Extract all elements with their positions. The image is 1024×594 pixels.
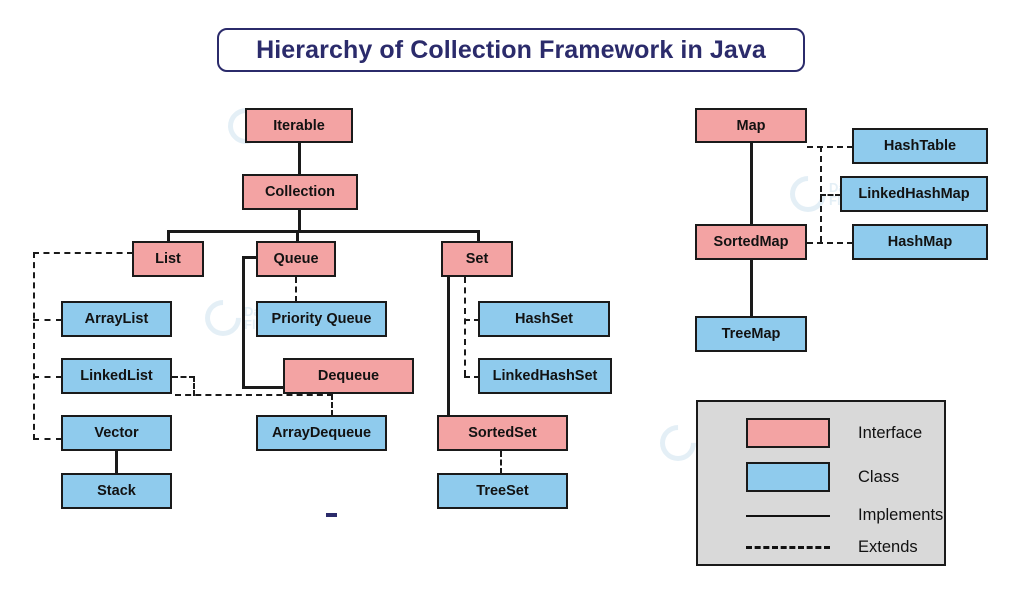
legend-item-class: Class [746,462,899,492]
node-label: HashMap [887,234,953,250]
node-label: Iterable [273,117,325,134]
node-linkedhashset[interactable]: LinkedHashSet [478,358,612,394]
edge-collection-bus [298,210,301,232]
legend-label: Extends [858,538,918,556]
node-label: LinkedHashSet [492,368,598,384]
page-title: Hierarchy of Collection Framework in Jav… [217,28,805,72]
node-label: SortedSet [468,425,537,441]
node-sortedmap[interactable]: SortedMap [695,224,807,260]
edge-list-vector [33,438,62,440]
edge-sortedmap-treemap [750,260,753,317]
node-sortedset[interactable]: SortedSet [437,415,568,451]
stray-mark [326,513,337,517]
node-label: Collection [264,184,336,200]
edge-linkedlist-arraydequeue-horizontal [175,394,333,396]
edge-list-bus-top [33,252,133,254]
node-collection[interactable]: Collection [242,174,358,210]
node-linkedhashmap[interactable]: LinkedHashMap [840,176,988,212]
dashed-line-icon [746,546,830,549]
edge-map-sortedmap [750,143,753,225]
legend-label: Implements [858,506,944,524]
node-label: Queue [273,251,319,267]
node-label: Vector [94,425,139,441]
edge-vector-stack [115,450,118,474]
node-list[interactable]: List [132,241,204,277]
node-linkedlist[interactable]: LinkedList [61,358,172,394]
node-label: SortedMap [713,234,789,250]
edge-list-linkedlist [33,376,62,378]
node-dequeue[interactable]: Dequeue [283,358,414,394]
edge-iterable-collection [298,142,301,175]
legend-label: Interface [858,423,923,442]
edge-linkedlist-stub [172,376,195,378]
node-label: LinkedList [80,368,153,384]
legend-item-implements: Implements [746,506,943,525]
page-title-text: Hierarchy of Collection Framework in Jav… [256,35,766,64]
watermark-icon [197,292,249,344]
node-vector[interactable]: Vector [61,415,172,451]
edge-map-hashtable [807,146,853,148]
node-stack[interactable]: Stack [61,473,172,509]
edge-list-arraylist [33,319,62,321]
legend-item-interface: Interface [746,418,922,448]
node-hashmap[interactable]: HashMap [852,224,988,260]
node-label: Set [465,251,489,267]
node-label: Dequeue [317,368,380,384]
node-priority-queue[interactable]: Priority Queue [256,301,387,337]
node-label: LinkedHashMap [858,186,970,202]
node-treeset[interactable]: TreeSet [437,473,568,509]
edge-sortedset-treeset [500,451,502,474]
node-hashtable[interactable]: HashTable [852,128,988,164]
node-label: List [155,251,181,267]
interface-swatch [746,418,830,448]
edge-linkedlist-elbow [193,376,195,396]
node-label: ArrayList [84,311,149,327]
node-treemap[interactable]: TreeMap [695,316,807,352]
node-label: Stack [97,483,136,499]
legend: Interface Class Implements Extends [696,400,946,566]
node-label: Map [736,117,766,134]
edge-map-hashmap [807,242,853,244]
solid-line-icon [746,514,830,517]
legend-label: Class [858,467,900,486]
node-label: TreeSet [476,483,529,499]
edge-set-dashed-bus [464,277,466,376]
legend-item-extends: Extends [746,538,918,557]
node-set[interactable]: Set [441,241,513,277]
node-label: ArrayDequeue [271,425,372,441]
edge-queue-dequeue [242,386,285,389]
node-arraydequeue[interactable]: ArrayDequeue [256,415,387,451]
edge-queue-dequeue-vertical [242,256,245,389]
edge-queue-priorityqueue [295,277,297,302]
diagram-canvas: DataFlair DataFlair DataFlair DataFlair … [0,0,1024,594]
edge-collection-bus-horizontal [167,230,479,233]
class-swatch [746,462,830,492]
edge-set-sortedset [447,277,450,417]
node-iterable[interactable]: Iterable [245,108,353,143]
node-hashset[interactable]: HashSet [478,301,610,337]
node-label: Priority Queue [271,311,372,327]
edge-dequeue-arraydequeue [331,394,333,416]
edge-map-linkedhashmap [820,194,841,196]
edge-list-bus-vertical [33,252,35,440]
node-label: HashSet [514,311,574,327]
node-queue[interactable]: Queue [256,241,336,277]
node-label: TreeMap [721,326,781,342]
node-map[interactable]: Map [695,108,807,143]
node-arraylist[interactable]: ArrayList [61,301,172,337]
node-label: HashTable [883,138,957,154]
